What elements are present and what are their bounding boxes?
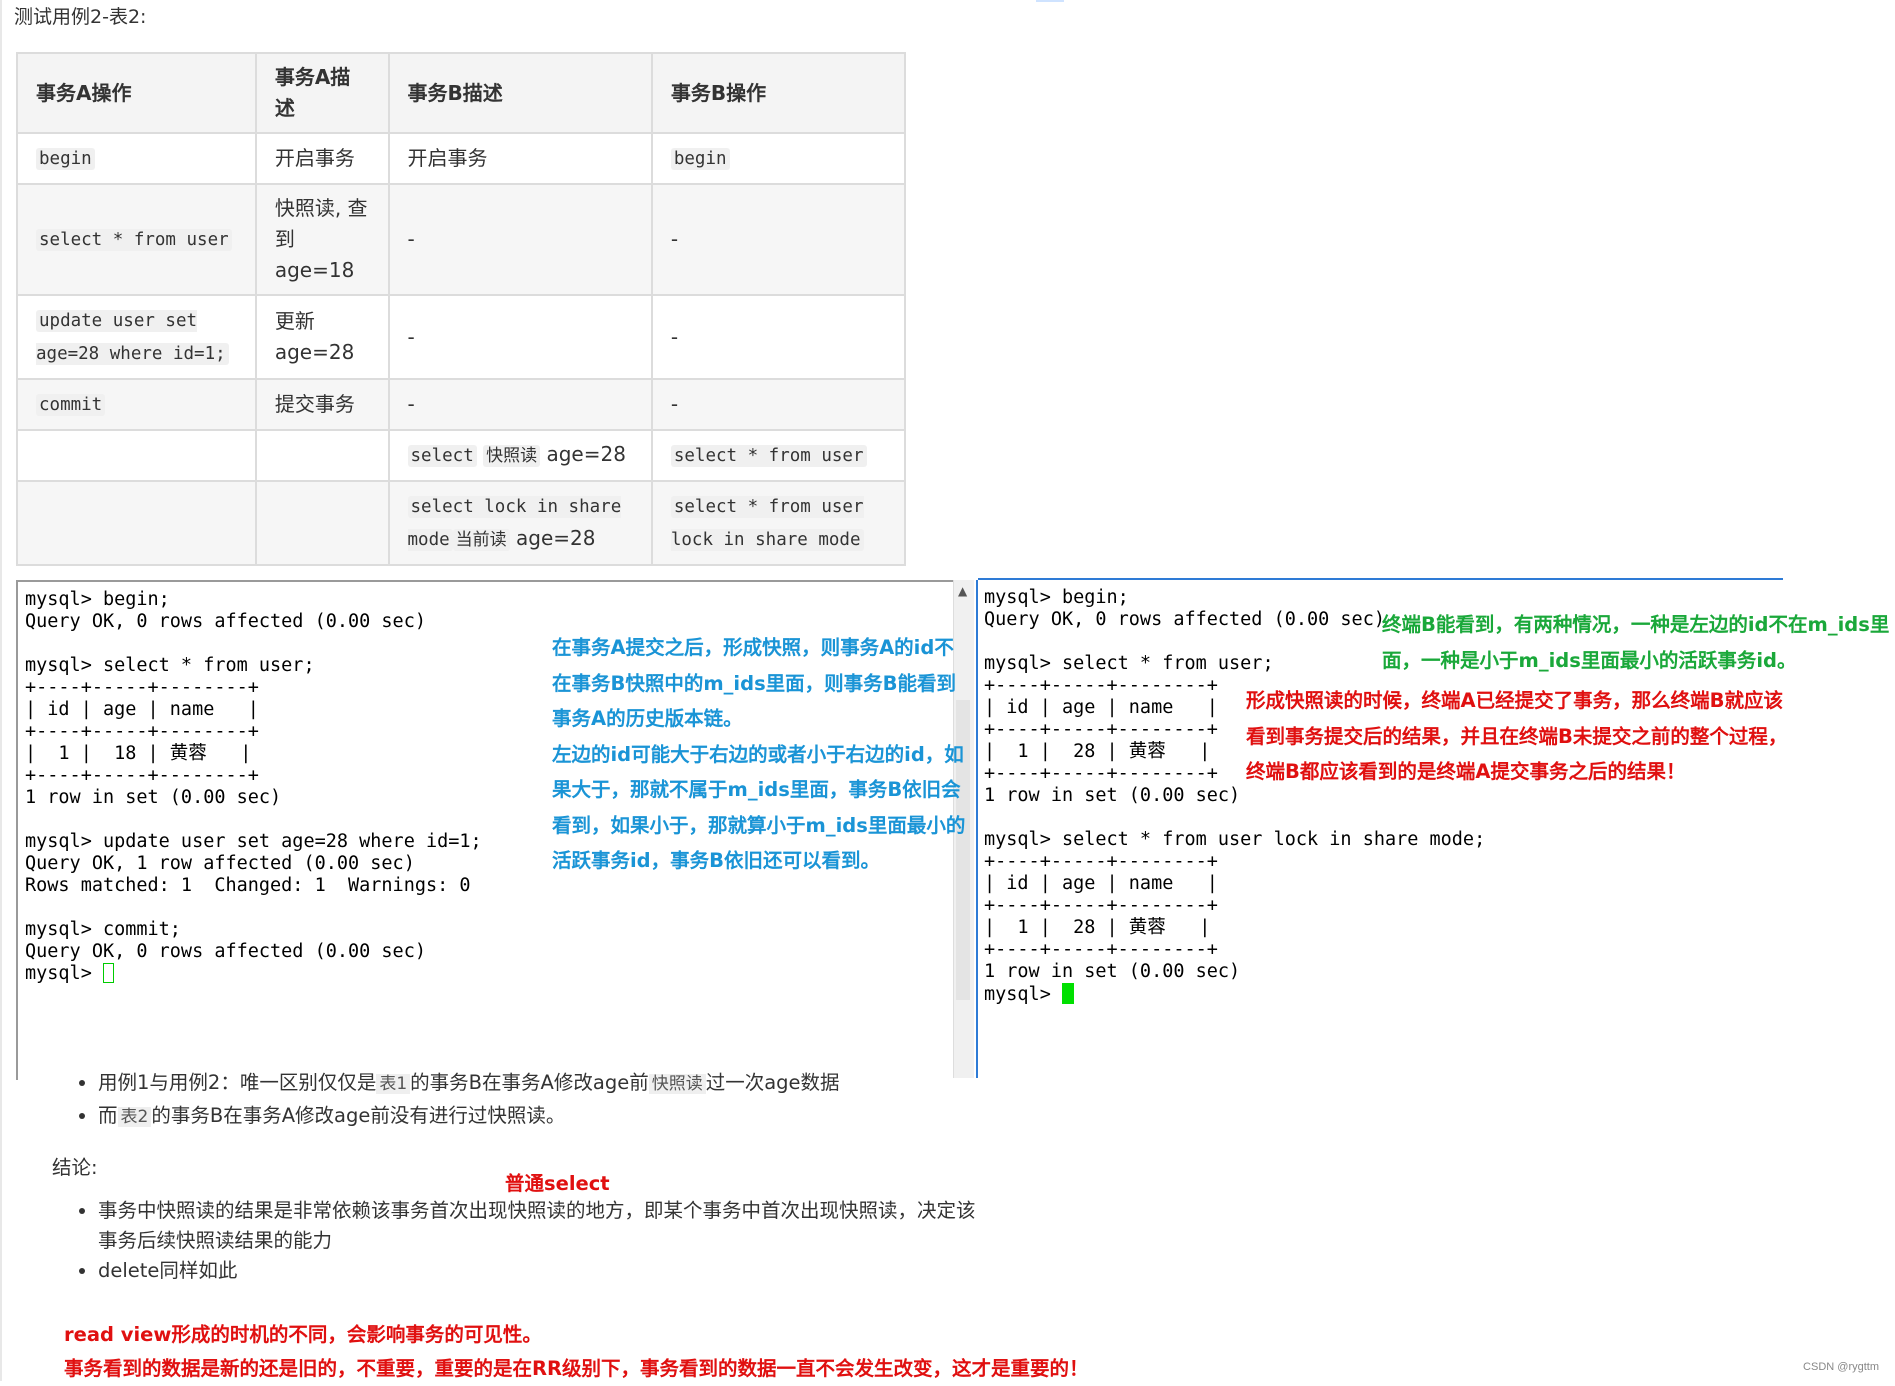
- b-desc-suffix: age=28: [546, 442, 626, 466]
- inline-code: 表1: [376, 1074, 411, 1094]
- a-desc: [254, 480, 390, 566]
- table-row: select lock in share mode 当前读 age=28 sele…: [16, 480, 907, 566]
- b-op: -: [650, 183, 907, 296]
- a-op-code: commit: [36, 394, 106, 416]
- terminal-b-prompt-line[interactable]: mysql>: [984, 983, 1485, 1006]
- a-desc: 提交事务: [254, 378, 390, 431]
- a-desc: [254, 429, 390, 482]
- blue-annotation: 在事务A提交之后，形成快照，则事务A的id不 在事务B快照中的m_ids里面，则…: [552, 636, 966, 872]
- header-b-op: 事务B操作: [650, 52, 907, 134]
- table-row: select 快照读 age=28 select * from user: [16, 429, 907, 482]
- b-op-code: begin: [670, 148, 730, 170]
- list-item: 用例1与用例2：唯一区别仅仅是表1的事务B在事务A修改age前快照读过一次age…: [98, 1067, 998, 1100]
- a-op-code: update user set age=28 where id=1;: [36, 310, 229, 365]
- a-desc: 开启事务: [254, 132, 390, 185]
- b-op-code: select * from user: [670, 445, 867, 467]
- table-row: commit 提交事务 - -: [16, 378, 907, 431]
- header-b-desc: 事务B描述: [387, 52, 653, 134]
- terminal-a-output: mysql> begin; Query OK, 0 rows affected …: [25, 589, 482, 962]
- section-heading: 测试用例2-表2:: [14, 6, 147, 28]
- b-desc-tag: 当前读: [452, 529, 510, 551]
- a-desc: 更新 age=28: [254, 294, 390, 380]
- b-desc: select 快照读 age=28: [387, 429, 653, 482]
- top-marker: [1036, 0, 1064, 2]
- test-case-table: 事务A操作 事务A描述 事务B描述 事务B操作 begin 开启事务 开启事务 …: [16, 52, 907, 566]
- watermark: CSDN @rygttm: [1803, 1361, 1879, 1373]
- b-desc: 开启事务: [387, 132, 653, 185]
- b-op-code: select * from user lock in share mode: [670, 496, 864, 551]
- list-item: 而表2的事务B在事务A修改age前没有进行过快照读。: [98, 1100, 998, 1133]
- b-desc: -: [387, 294, 653, 380]
- a-op: [16, 429, 257, 482]
- a-op-code: begin: [36, 148, 95, 170]
- terminal-a-prompt: mysql>: [25, 963, 103, 984]
- terminal-b-cursor: [1061, 983, 1074, 1004]
- b-desc: select lock in share mode 当前读 age=28: [387, 480, 653, 566]
- terminal-a-prompt-line[interactable]: mysql>: [25, 963, 482, 985]
- terminal-b-prompt: mysql>: [984, 984, 1062, 1005]
- conclusion-label: 结论:: [52, 1156, 98, 1179]
- list-item: 事务中快照读的结果是非常依赖该事务首次出现快照读的地方，即某个事务中首次出现快照…: [98, 1196, 978, 1256]
- red-annotation-right: 形成快照读的时候，终端A已经提交了事务，那么终端B就应该 看到事务提交后的结果，…: [1246, 689, 1788, 783]
- header-a-desc: 事务A描述: [254, 52, 390, 134]
- b-op: -: [650, 378, 907, 431]
- notes-list: 用例1与用例2：唯一区别仅仅是表1的事务B在事务A修改age前快照读过一次age…: [62, 1067, 998, 1133]
- a-op-code: select * from user: [36, 229, 232, 251]
- inline-code: 表2: [117, 1107, 152, 1127]
- b-desc: -: [387, 183, 653, 296]
- table-row: begin 开启事务 开启事务 begin: [16, 132, 907, 185]
- b-desc-code: select: [407, 445, 477, 467]
- terminal-a-cursor: [102, 963, 114, 983]
- green-annotation: 终端B能看到，有两种情况，一种是左边的id不在m_ids里 面，一种是小于m_i…: [1382, 613, 1890, 672]
- left-border: [0, 0, 2, 1381]
- b-desc-suffix: age=28: [516, 526, 596, 550]
- red-annotation-bottom: read view形成的时机的不同，会影响事务的可见性。 事务看到的数据是新的还…: [64, 1323, 1089, 1380]
- inline-code: 快照读: [648, 1074, 706, 1094]
- table-row: select * from user 快照读, 查到 age=18 - -: [16, 183, 907, 296]
- a-desc: 快照读, 查到 age=18: [254, 183, 390, 296]
- a-op: [16, 480, 257, 566]
- header-a-op: 事务A操作: [16, 52, 257, 134]
- conclusion-list: 事务中快照读的结果是非常依赖该事务首次出现快照读的地方，即某个事务中首次出现快照…: [62, 1196, 978, 1286]
- b-desc-tag: 快照读: [483, 445, 541, 467]
- b-op: -: [650, 294, 907, 380]
- list-item: delete同样如此: [98, 1256, 978, 1286]
- scroll-up-icon[interactable]: ▲: [958, 584, 967, 598]
- b-desc: -: [387, 378, 653, 431]
- table-row: update user set age=28 where id=1; 更新 ag…: [16, 294, 907, 380]
